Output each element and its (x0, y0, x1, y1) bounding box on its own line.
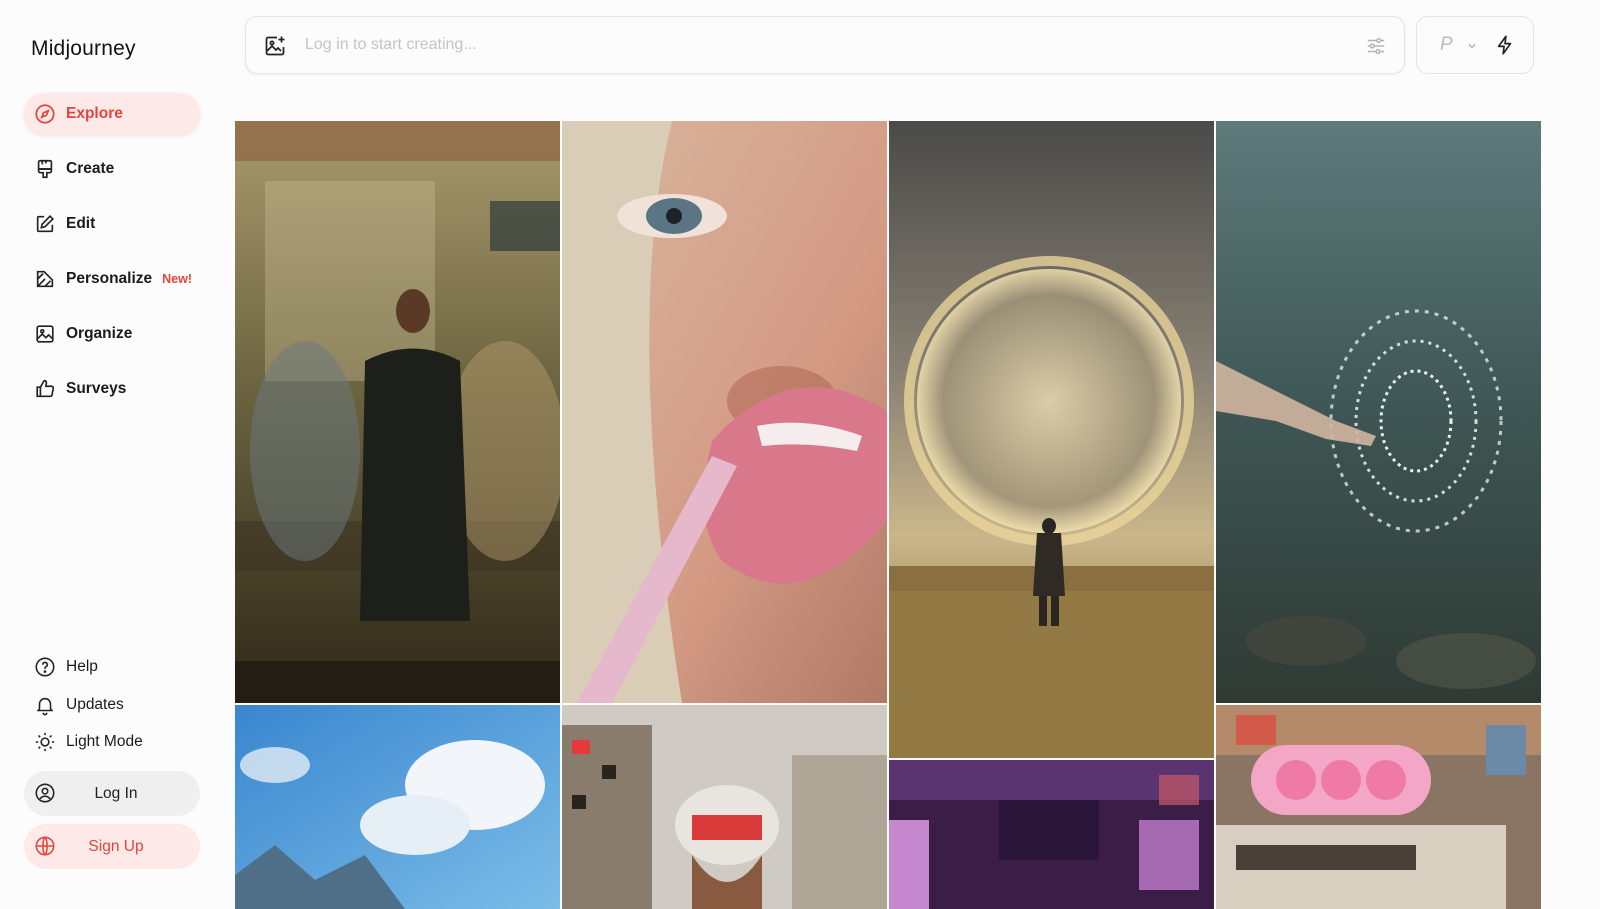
nav-item-surveys[interactable]: Surveys (24, 368, 200, 410)
compass-icon (34, 103, 56, 125)
main-nav: Explore Create Edit Personalize New! Org… (24, 93, 200, 423)
brand-logo-text[interactable]: Midjourney (31, 37, 136, 61)
red-helmet-photo (562, 705, 887, 909)
edit-icon (34, 213, 56, 235)
gallery-image-anime-sky[interactable] (235, 705, 560, 909)
sidebar: Midjourney Explore Create Edit Personali… (0, 0, 228, 909)
lip-gloss-photo (562, 121, 887, 703)
nav-item-label: Edit (66, 215, 96, 232)
nav-item-label: Personalize (66, 270, 153, 287)
nav-item-label: Organize (66, 325, 133, 342)
nav-item-create[interactable]: Create (24, 148, 200, 190)
settings-sliders-icon[interactable] (1365, 35, 1387, 57)
gallery-image-sky-portal[interactable] (889, 121, 1214, 758)
help-label: Help (66, 658, 98, 675)
globe-icon (34, 835, 56, 857)
thumbs-up-icon (34, 378, 56, 400)
new-badge: New! (162, 272, 193, 286)
speed-bolt-icon[interactable] (1494, 34, 1516, 56)
light-mode-toggle[interactable]: Light Mode (24, 728, 200, 756)
anime-sky-photo (235, 705, 560, 909)
nav-item-label: Create (66, 160, 115, 177)
chevron-down-icon[interactable] (1466, 39, 1478, 51)
nav-item-label: Explore (66, 105, 123, 122)
sky-portal-photo (889, 121, 1214, 758)
neon-train-photo (889, 760, 1214, 909)
sun-icon (34, 731, 56, 753)
log-in-button[interactable]: Log In (24, 771, 200, 816)
water-hand-photo (1216, 121, 1541, 703)
gallery-image-pink-boombox[interactable] (1216, 705, 1541, 909)
sidebar-footer: Help Updates Light Mode (24, 653, 200, 766)
help-icon (34, 656, 56, 678)
updates-link[interactable]: Updates (24, 691, 200, 719)
gallery-image-lip-gloss[interactable] (562, 121, 887, 703)
user-circle-icon (34, 782, 56, 804)
subway-photo (235, 121, 560, 703)
light-mode-label: Light Mode (66, 733, 143, 750)
nav-item-explore[interactable]: Explore (24, 93, 200, 135)
gallery-image-neon-train[interactable] (889, 760, 1214, 909)
personalize-icon (34, 268, 56, 290)
sign-up-button[interactable]: Sign Up (24, 824, 200, 869)
gallery-image-water-hand[interactable] (1216, 121, 1541, 703)
prompt-options: P (1416, 16, 1534, 74)
prompt-input[interactable]: Log in to start creating... (305, 36, 477, 54)
updates-label: Updates (66, 695, 124, 713)
nav-item-edit[interactable]: Edit (24, 203, 200, 245)
gallery-image-red-helmet[interactable] (562, 705, 887, 909)
bell-icon (34, 694, 56, 716)
add-image-icon[interactable] (263, 34, 287, 58)
gallery-image-subway[interactable] (235, 121, 560, 703)
personalization-toggle[interactable]: P (1440, 34, 1453, 56)
nav-item-personalize[interactable]: Personalize New! (24, 258, 200, 300)
image-icon (34, 323, 56, 345)
nav-item-label: Surveys (66, 380, 127, 397)
brush-icon (34, 158, 56, 180)
nav-item-organize[interactable]: Organize (24, 313, 200, 355)
pink-boombox-photo (1216, 705, 1541, 909)
help-link[interactable]: Help (24, 653, 200, 681)
prompt-bar[interactable]: Log in to start creating... (245, 16, 1405, 74)
